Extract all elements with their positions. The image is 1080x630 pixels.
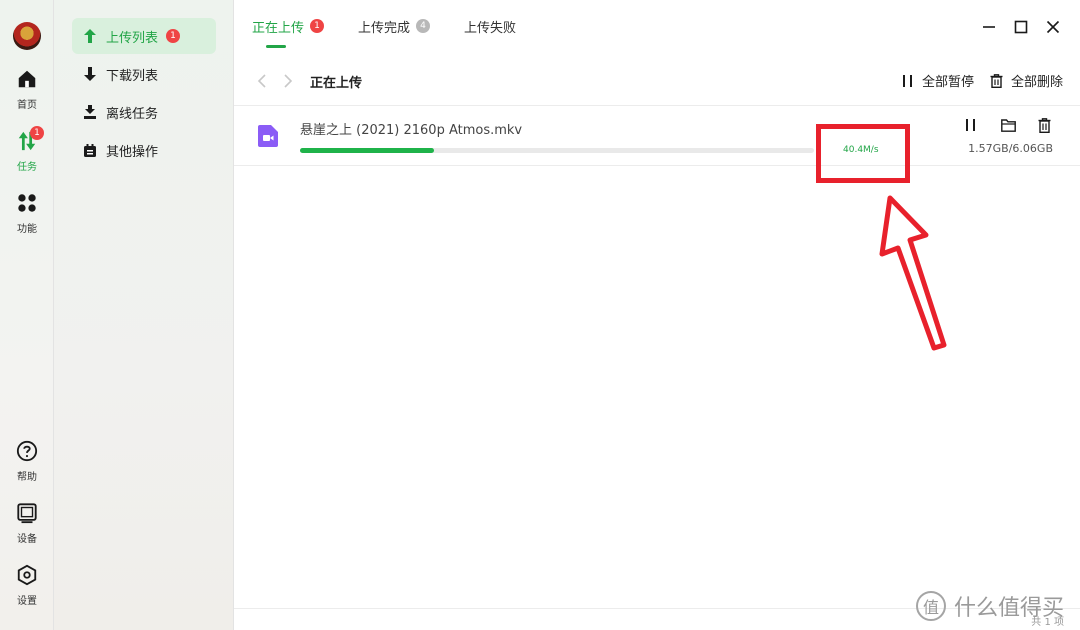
rail-label-home: 首页	[17, 100, 37, 111]
rail-label-tasks: 任务	[17, 162, 37, 173]
sidebar-item-label: 其他操作	[106, 144, 159, 160]
close-button[interactable]	[1042, 16, 1064, 38]
pause-all-button[interactable]: 全部暂停	[902, 71, 974, 90]
delete-all-button[interactable]: 全部删除	[990, 71, 1063, 90]
progress-bar	[300, 148, 814, 153]
back-button[interactable]	[254, 72, 272, 90]
download-arrow-icon	[82, 66, 98, 82]
sidebar-item-offline-tasks[interactable]: 离线任务	[72, 94, 216, 130]
watermark: 值 什么值得买	[915, 590, 1064, 622]
minimize-button[interactable]	[978, 16, 1000, 38]
sidebar-item-label: 下载列表	[106, 68, 159, 84]
sidebar-item-label: 上传列表	[106, 30, 159, 46]
tab-upload-failed[interactable]: 上传失败	[464, 17, 516, 36]
tab-uploading-badge: 1	[310, 19, 325, 33]
chevron-left-icon	[257, 74, 266, 88]
task-row[interactable]: 悬崖之上 (2021) 2160p Atmos.mkv 40.4M/s 1.57…	[234, 106, 1080, 166]
avatar[interactable]	[13, 22, 41, 50]
sidebar-item-other-ops[interactable]: 其他操作	[72, 132, 216, 168]
rail-label-settings: 设置	[17, 596, 37, 607]
transfer-sidebar: 上传列表 1 下载列表 离线任务 其他操作	[54, 0, 234, 630]
pause-icon	[966, 119, 975, 131]
tab-label: 上传失败	[464, 20, 517, 36]
rail-item-help[interactable]: 帮助	[0, 440, 54, 483]
open-folder-button[interactable]	[999, 116, 1017, 134]
rail-item-functions[interactable]: 功能	[0, 192, 54, 235]
upload-arrow-icon	[82, 28, 98, 44]
tab-complete-badge: 4	[416, 19, 431, 33]
delete-task-button[interactable]	[1035, 116, 1053, 134]
settings-icon	[17, 564, 37, 586]
trash-icon	[990, 73, 1003, 88]
upload-list-badge: 1	[166, 29, 181, 43]
close-icon	[1046, 20, 1060, 34]
page-title: 正在上传	[310, 76, 363, 91]
nav-rail: 首页 1 任务 功能 帮助 设备 设置	[0, 0, 54, 630]
speed-highlight-box	[816, 124, 910, 183]
upload-tabs: 正在上传 1 上传完成 4 上传失败	[252, 0, 550, 52]
rail-item-home[interactable]: 首页	[0, 68, 54, 111]
forward-button[interactable]	[278, 72, 296, 90]
annotation-arrow-icon	[879, 195, 947, 351]
device-icon	[17, 503, 37, 524]
offline-task-icon	[82, 104, 98, 120]
progress-fill	[300, 148, 434, 153]
delete-all-label: 全部删除	[1011, 75, 1064, 90]
tab-label: 正在上传	[252, 20, 305, 36]
file-name: 悬崖之上 (2021) 2160p Atmos.mkv	[300, 123, 523, 138]
maximize-button[interactable]	[1010, 16, 1032, 38]
tab-label: 上传完成	[358, 20, 411, 36]
pause-task-button[interactable]	[962, 116, 980, 134]
sidebar-item-label: 离线任务	[106, 106, 159, 122]
maximize-icon	[1014, 20, 1028, 34]
apps-icon	[18, 194, 36, 212]
rail-label-help: 帮助	[17, 472, 37, 483]
other-ops-icon	[82, 142, 98, 158]
home-icon	[18, 70, 36, 88]
toolbar: 正在上传 全部暂停 全部删除	[234, 58, 1080, 106]
help-icon	[16, 440, 38, 462]
sidebar-item-upload-list[interactable]: 上传列表 1	[72, 18, 216, 54]
chevron-right-icon	[284, 74, 293, 88]
folder-icon	[1000, 118, 1016, 132]
rail-item-device[interactable]: 设备	[0, 502, 54, 545]
video-file-icon	[258, 125, 278, 147]
watermark-logo: 值	[915, 591, 946, 621]
pause-icon	[903, 74, 912, 87]
rail-label-device: 设备	[17, 534, 37, 545]
rail-item-settings[interactable]: 设置	[0, 564, 54, 607]
rail-tasks-badge: 1	[30, 126, 44, 140]
pause-all-label: 全部暂停	[922, 75, 975, 90]
sidebar-item-download-list[interactable]: 下载列表	[72, 56, 216, 92]
rail-item-tasks[interactable]: 1 任务	[0, 126, 54, 173]
tab-upload-complete[interactable]: 上传完成 4	[358, 17, 431, 36]
watermark-text: 什么值得买	[953, 596, 1064, 621]
trash-icon	[1038, 117, 1050, 133]
transfer-size: 1.57GB/6.06GB	[968, 142, 1053, 155]
rail-label-functions: 功能	[17, 224, 37, 235]
tab-uploading[interactable]: 正在上传 1	[252, 17, 325, 48]
minimize-icon	[983, 26, 995, 28]
